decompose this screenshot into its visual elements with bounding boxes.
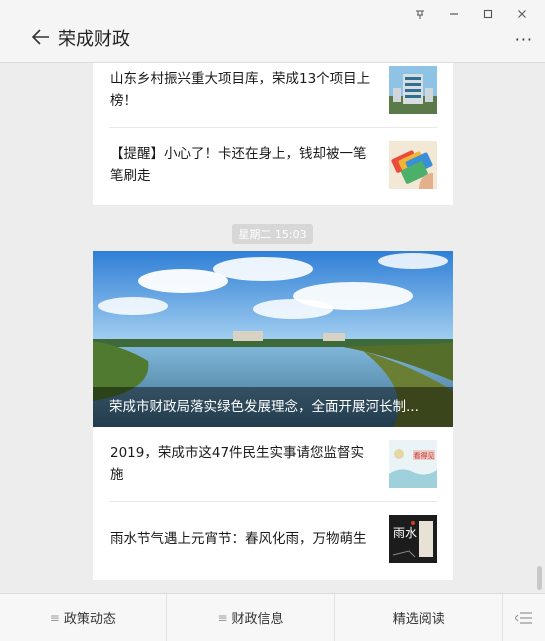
back-arrow-icon [32, 29, 49, 45]
maximize-button[interactable] [471, 4, 505, 24]
message-feed[interactable]: 山东乡村振兴重大项目库，荣成13个项目上榜！ 【提醒】小心了！卡还在身上，钱却被… [0, 63, 545, 593]
menu-tab-policy[interactable]: ≡ 政策动态 [0, 594, 167, 641]
pin-button[interactable] [403, 4, 437, 24]
minimize-button[interactable] [437, 4, 471, 24]
menu-tab-label: 精选阅读 [392, 612, 445, 627]
article-thumbnail: 看得见 [389, 440, 437, 488]
article-card-top: 山东乡村振兴重大项目库，荣成13个项目上榜！ 【提醒】小心了！卡还在身上，钱却被… [93, 63, 453, 205]
article-thumbnail [389, 66, 437, 114]
pin-icon [416, 10, 424, 19]
close-icon [518, 10, 526, 18]
window-controls [403, 4, 539, 24]
minimize-icon [450, 13, 458, 15]
page-title: 荣成财政 [58, 29, 130, 50]
timestamp-label: 星期二 15:03 [232, 224, 313, 244]
feed-scrollbar[interactable] [537, 566, 542, 590]
article-title: 【提醒】小心了！卡还在身上，钱却被一笔笔刷走 [110, 146, 367, 184]
hero-article[interactable]: 荣成市财政局落实绿色发展理念，全面开展河长制... [93, 251, 453, 427]
article-item[interactable]: 2019，荣成市这47件民生实事请您监督实施 看得见 [109, 427, 437, 502]
menu-tab-label: 财政信息 [231, 612, 284, 627]
article-thumbnail [389, 141, 437, 189]
menu-list-icon: ≡ [217, 610, 228, 625]
article-item[interactable]: 山东乡村振兴重大项目库，荣成13个项目上榜！ [109, 63, 437, 128]
back-button[interactable] [30, 26, 52, 48]
article-thumbnail: 雨水 [389, 515, 437, 563]
thumbnail-caption: 看得见 [414, 451, 435, 460]
menu-collapse-icon [515, 611, 533, 624]
article-title: 雨水节气遇上元宵节：春风化雨，万物萌生 [110, 531, 367, 547]
close-button[interactable] [505, 4, 539, 24]
timestamp: 星期二 15:03 [0, 223, 545, 244]
article-card-main: 荣成市财政局落实绿色发展理念，全面开展河长制... 2019，荣成市这47件民生… [93, 251, 453, 580]
bottom-menu: ≡ 政策动态 ≡ 财政信息 精选阅读 [0, 593, 545, 641]
article-title: 2019，荣成市这47件民生实事请您监督实施 [110, 445, 365, 483]
thumbnail-caption: 雨水 [393, 526, 417, 540]
more-menu-button[interactable]: ··· [515, 30, 533, 49]
hero-title: 荣成市财政局落实绿色发展理念，全面开展河长制... [93, 387, 453, 427]
article-item[interactable]: 【提醒】小心了！卡还在身上，钱却被一笔笔刷走 [109, 128, 437, 202]
keyboard-toggle-button[interactable] [503, 594, 545, 641]
title-bar: 荣成财政 ··· [0, 0, 545, 63]
article-item[interactable]: 雨水节气遇上元宵节：春风化雨，万物萌生 雨水 [109, 502, 437, 576]
menu-list-icon: ≡ [49, 610, 60, 625]
article-title: 山东乡村振兴重大项目库，荣成13个项目上榜！ [110, 71, 371, 109]
maximize-icon [483, 9, 493, 19]
menu-tab-label: 政策动态 [63, 612, 116, 627]
menu-tab-finance-info[interactable]: ≡ 财政信息 [167, 594, 336, 641]
menu-tab-selected-reading[interactable]: 精选阅读 [335, 594, 504, 641]
